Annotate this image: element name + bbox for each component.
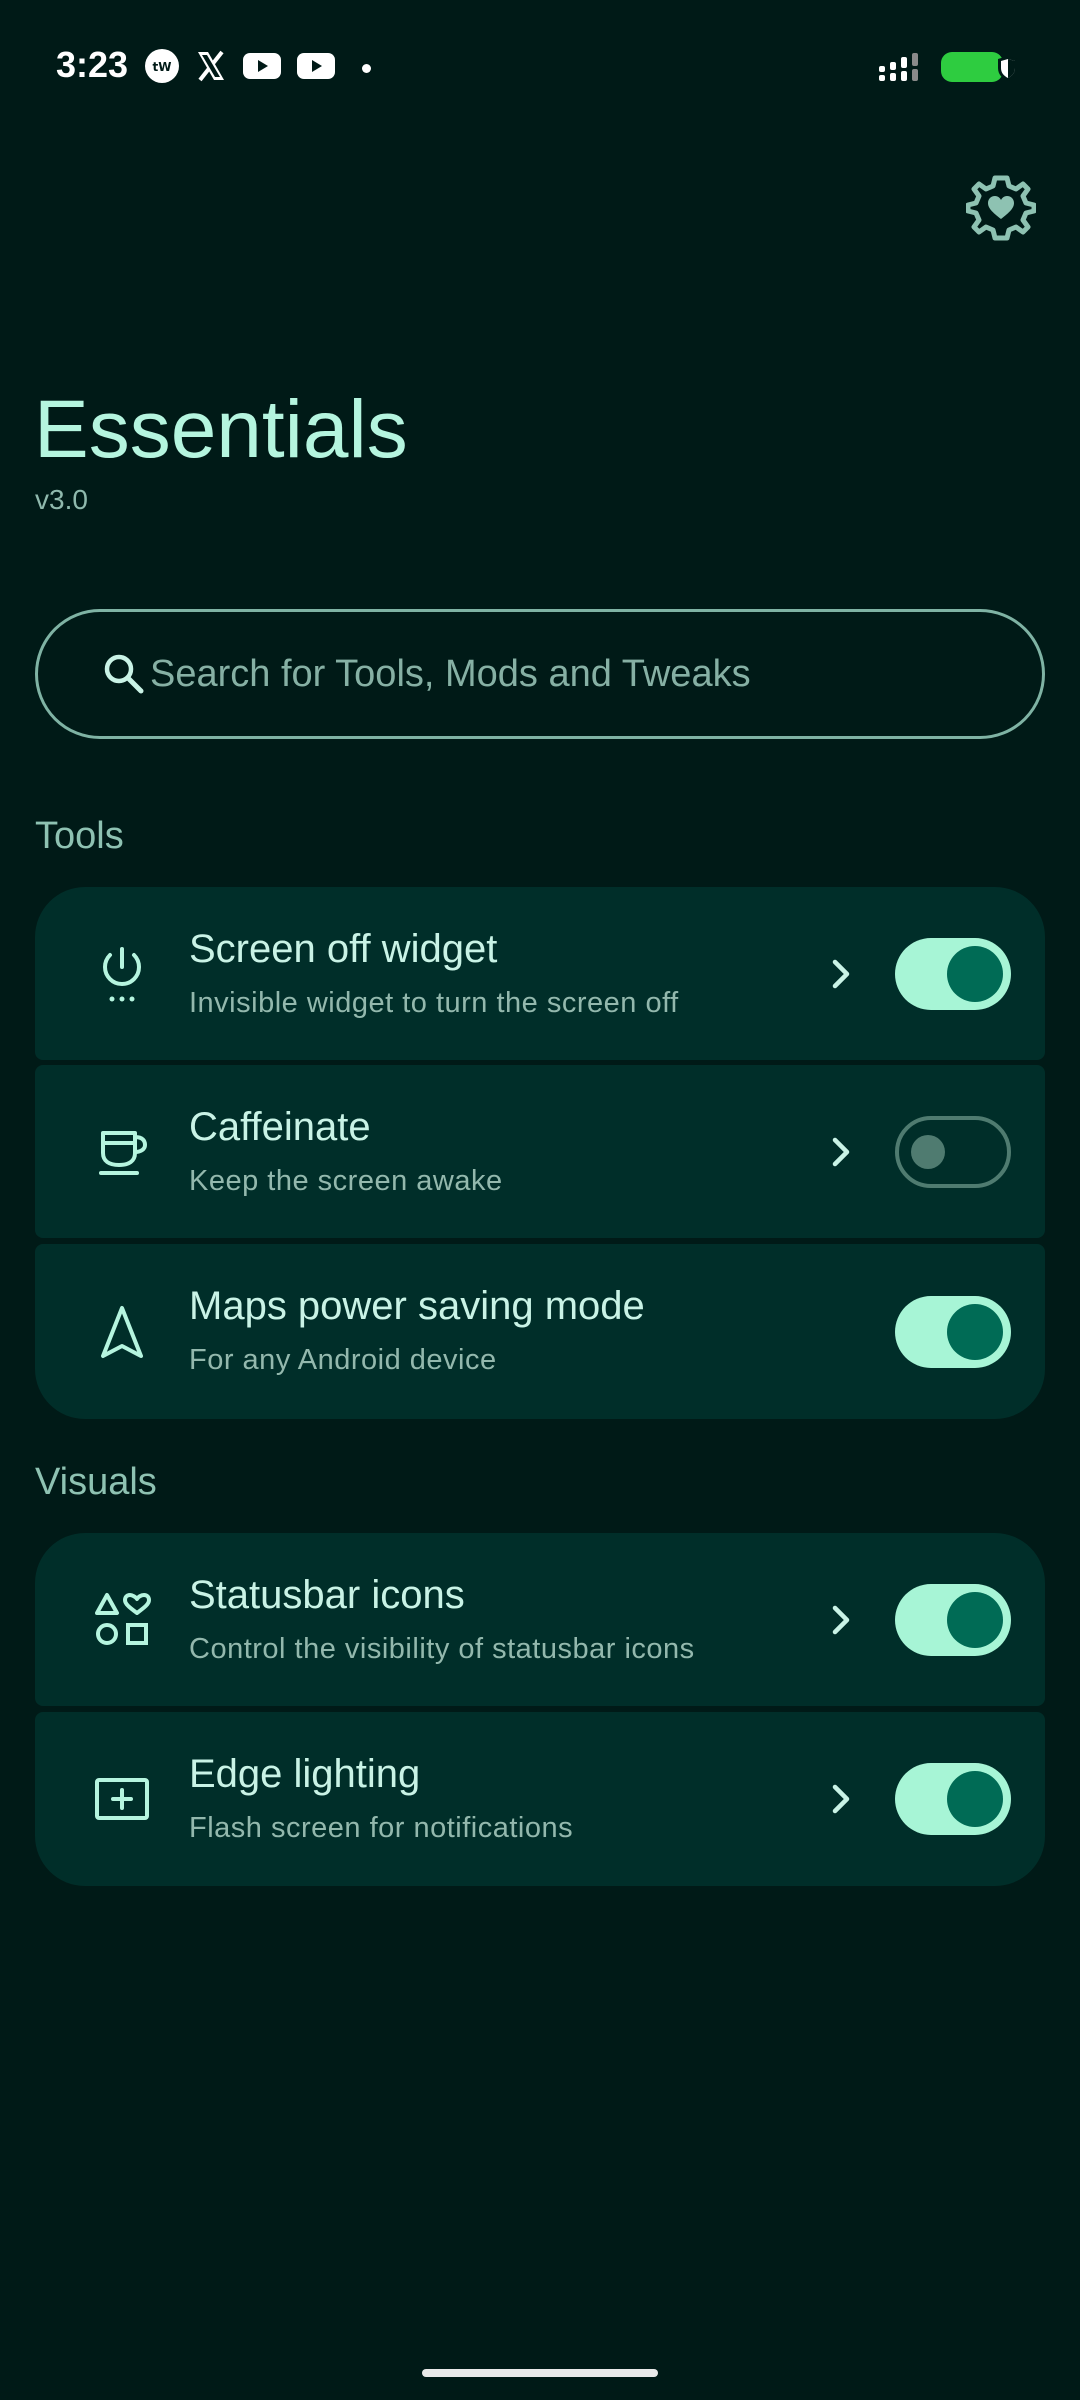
tool-item-maps-power-saving-mode[interactable]: Maps power saving mode For any Android d… <box>35 1244 1045 1419</box>
signal-icon <box>878 52 922 86</box>
item-subtitle: Invisible widget to turn the screen off <box>189 987 679 1019</box>
item-title: Maps power saving mode <box>189 1284 645 1328</box>
chevron-right-icon[interactable] <box>821 1132 861 1172</box>
search-bar[interactable] <box>35 609 1045 739</box>
status-time: 3:23 <box>56 44 129 85</box>
maps-power-saving-toggle[interactable] <box>895 1296 1011 1368</box>
item-subtitle: For any Android device <box>189 1344 497 1376</box>
section-header-visuals: Visuals <box>35 1461 157 1503</box>
x-icon <box>194 49 228 87</box>
toggle-knob <box>947 1304 1003 1360</box>
screen: 3:23 tW Essentials v3.0 Search for Tools… <box>0 0 1080 2400</box>
youtube-icon <box>242 51 282 85</box>
screen-plus-icon <box>91 1768 153 1830</box>
app-version: v3.0 <box>35 484 88 515</box>
section-header-tools: Tools <box>35 815 124 857</box>
shapes-icon <box>91 1589 153 1651</box>
toggle-knob <box>947 1771 1003 1827</box>
visual-item-statusbar-icons[interactable]: Statusbar icons Control the visibility o… <box>35 1533 1045 1706</box>
battery-icon <box>940 50 1020 88</box>
toggle-knob <box>947 1592 1003 1648</box>
svg-text:tW: tW <box>153 60 172 74</box>
item-subtitle: Flash screen for notifications <box>189 1812 574 1844</box>
youtube-icon <box>296 51 336 85</box>
chevron-right-icon[interactable] <box>821 1779 861 1819</box>
item-title: Statusbar icons <box>189 1573 465 1617</box>
toggle-knob <box>911 1135 945 1169</box>
item-subtitle: Keep the screen awake <box>189 1165 503 1197</box>
toggle-knob <box>947 946 1003 1002</box>
notification-icons: tW <box>144 48 371 88</box>
tool-item-caffeinate[interactable]: Caffeinate Keep the screen awake <box>35 1065 1045 1238</box>
item-subtitle: Control the visibility of statusbar icon… <box>189 1633 695 1665</box>
navigation-icon <box>91 1302 153 1364</box>
statusbar-icons-toggle[interactable] <box>895 1584 1011 1656</box>
chevron-right-icon[interactable] <box>821 954 861 994</box>
tool-item-screen-off-widget[interactable]: Screen off widget Invisible widget to tu… <box>35 887 1045 1060</box>
settings-gear-icon[interactable] <box>965 172 1037 242</box>
tin-whs-icon: tW <box>144 48 180 88</box>
item-title: Edge lighting <box>189 1752 421 1796</box>
search-input[interactable] <box>150 612 1010 736</box>
caffeinate-toggle[interactable] <box>895 1116 1011 1188</box>
coffee-cup-icon <box>91 1121 153 1183</box>
status-bar: 3:23 tW <box>0 0 1080 136</box>
screen-off-widget-toggle[interactable] <box>895 938 1011 1010</box>
more-notifications-dot-icon <box>362 63 371 73</box>
power-icon <box>91 943 153 1005</box>
search-icon <box>100 650 148 698</box>
item-title: Caffeinate <box>189 1105 371 1149</box>
home-indicator[interactable] <box>422 2369 658 2377</box>
visual-item-edge-lighting[interactable]: Edge lighting Flash screen for notificat… <box>35 1712 1045 1886</box>
system-icons <box>878 50 1020 88</box>
chevron-right-icon[interactable] <box>821 1600 861 1640</box>
item-title: Screen off widget <box>189 927 498 971</box>
app-title: Essentials <box>34 384 408 475</box>
edge-lighting-toggle[interactable] <box>895 1763 1011 1835</box>
